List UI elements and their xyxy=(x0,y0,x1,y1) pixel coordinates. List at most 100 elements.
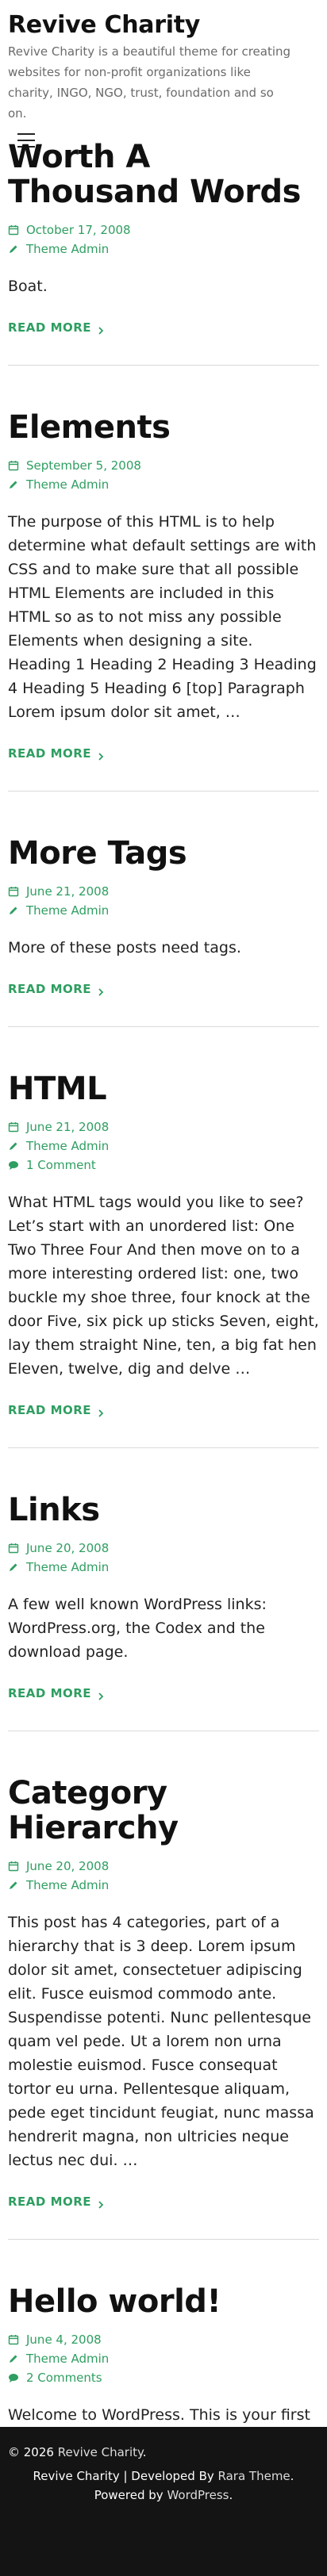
post-title[interactable]: Hello world! xyxy=(8,2284,319,2319)
post-author-text: Theme Admin xyxy=(26,1878,110,1892)
read-more-link[interactable]: READ MORE xyxy=(8,982,104,996)
site-header: Revive Charity Revive Charity is a beaut… xyxy=(0,0,327,148)
chevron-right-icon xyxy=(98,985,104,996)
read-more-link[interactable]: READ MORE xyxy=(8,320,104,335)
post-date[interactable]: October 17, 2008 xyxy=(8,220,319,240)
post-author-text: Theme Admin xyxy=(26,2352,110,2366)
post-title[interactable]: Links xyxy=(8,1493,319,1528)
post-date-text: June 20, 2008 xyxy=(26,1541,110,1555)
chevron-right-icon xyxy=(98,1689,104,1700)
post-date[interactable]: September 5, 2008 xyxy=(8,456,319,475)
post-meta: June 4, 2008 Theme Admin 2 Comments xyxy=(8,2330,319,2387)
read-more-link[interactable]: READ MORE xyxy=(8,1686,104,1700)
post-author[interactable]: Theme Admin xyxy=(8,1558,319,1577)
pencil-icon xyxy=(8,1880,19,1891)
post-excerpt: This post has 4 categories, part of a hi… xyxy=(8,1914,314,2169)
post-date-text: June 4, 2008 xyxy=(26,2333,102,2347)
post-author-text: Theme Admin xyxy=(26,903,110,918)
post-entry: Worth A Thousand Words October 17, 2008 Th… xyxy=(8,140,319,366)
comment-icon xyxy=(8,1160,19,1171)
post-date[interactable]: June 20, 2008 xyxy=(8,1539,319,1558)
post-meta: September 5, 2008 Theme Admin xyxy=(8,456,319,494)
post-author[interactable]: Theme Admin xyxy=(8,901,319,920)
calendar-icon xyxy=(8,2334,19,2345)
post-author[interactable]: Theme Admin xyxy=(8,1137,319,1156)
post-title[interactable]: HTML xyxy=(8,1071,319,1106)
site-description: Revive Charity is a beautiful theme for … xyxy=(8,44,291,121)
read-more-label: READ MORE xyxy=(8,746,92,761)
post-date-text: June 21, 2008 xyxy=(26,1120,110,1134)
post-entry: Category Hierarchy June 20, 2008 Theme Adm… xyxy=(8,1776,319,2240)
credits-text: Revive Charity | Developed By xyxy=(33,2469,218,2483)
read-more-link[interactable]: READ MORE xyxy=(8,1403,104,1417)
post-comments[interactable]: 2 Comments xyxy=(8,2368,319,2387)
copyright-suffix: . xyxy=(142,2445,147,2459)
read-more-label: READ MORE xyxy=(8,2195,92,2209)
calendar-icon xyxy=(8,886,19,897)
post-entry: More Tags June 21, 2008 Theme Admin More of… xyxy=(8,836,319,1027)
chevron-right-icon xyxy=(98,324,104,335)
post-author[interactable]: Theme Admin xyxy=(8,475,319,494)
post-date-text: June 21, 2008 xyxy=(26,884,110,899)
site-footer: © 2026 Revive Charity. Revive Charity | … xyxy=(0,2427,327,2576)
post-title[interactable]: Elements xyxy=(8,410,319,445)
post-entry: HTML June 21, 2008 Theme Admin 1 Comment Wha… xyxy=(8,1071,319,1448)
post-title[interactable]: Category Hierarchy xyxy=(8,1776,319,1846)
calendar-icon xyxy=(8,460,19,471)
chevron-right-icon xyxy=(98,1406,104,1417)
post-title[interactable]: More Tags xyxy=(8,836,319,871)
read-more-label: READ MORE xyxy=(8,982,92,996)
read-more-link[interactable]: READ MORE xyxy=(8,746,104,761)
post-excerpt: Boat. xyxy=(8,278,48,295)
pencil-icon xyxy=(8,1140,19,1152)
post-author-text: Theme Admin xyxy=(26,242,110,256)
calendar-icon xyxy=(8,224,19,236)
pencil-icon xyxy=(8,905,19,916)
read-more-label: READ MORE xyxy=(8,1403,92,1417)
copyright-text: © 2026 xyxy=(8,2445,58,2459)
post-author[interactable]: Theme Admin xyxy=(8,2349,319,2368)
read-more-label: READ MORE xyxy=(8,1686,92,1700)
rara-theme-link[interactable]: Rara Theme xyxy=(218,2469,290,2483)
read-more-label: READ MORE xyxy=(8,320,92,335)
page: Revive Charity Revive Charity is a beaut… xyxy=(0,0,327,2576)
post-author[interactable]: Theme Admin xyxy=(8,1876,319,1895)
calendar-icon xyxy=(8,1543,19,1554)
post-meta: October 17, 2008 Theme Admin xyxy=(8,220,319,259)
chevron-right-icon xyxy=(98,749,104,761)
post-excerpt: More of these posts need tags. xyxy=(8,939,241,956)
credits-suffix: . xyxy=(229,2488,233,2502)
copyright-site-link[interactable]: Revive Charity xyxy=(58,2445,143,2459)
post-excerpt: What HTML tags would you like to see? Le… xyxy=(8,1194,319,1378)
post-comments-text: 2 Comments xyxy=(26,2371,102,2385)
post-date[interactable]: June 4, 2008 xyxy=(8,2330,319,2349)
pencil-icon xyxy=(8,1562,19,1573)
post-author-text: Theme Admin xyxy=(26,1139,110,1153)
post-date[interactable]: June 21, 2008 xyxy=(8,1117,319,1137)
post-meta: June 20, 2008 Theme Admin xyxy=(8,1857,319,1895)
chevron-right-icon xyxy=(98,2198,104,2209)
post-list: Worth A Thousand Words October 17, 2008 Th… xyxy=(0,140,327,2542)
post-meta: June 21, 2008 Theme Admin 1 Comment xyxy=(8,1117,319,1175)
pencil-icon xyxy=(8,243,19,255)
post-date[interactable]: June 20, 2008 xyxy=(8,1857,319,1876)
calendar-icon xyxy=(8,1121,19,1133)
post-title[interactable]: Worth A Thousand Words xyxy=(8,140,319,209)
post-excerpt: The purpose of this HTML is to help dete… xyxy=(8,513,317,721)
post-author[interactable]: Theme Admin xyxy=(8,240,319,259)
post-excerpt: A few well known WordPress links: WordPr… xyxy=(8,1596,267,1661)
wordpress-link[interactable]: WordPress xyxy=(167,2488,229,2502)
read-more-link[interactable]: READ MORE xyxy=(8,2195,104,2209)
site-title[interactable]: Revive Charity xyxy=(8,11,319,40)
post-entry: Links June 20, 2008 Theme Admin A few well … xyxy=(8,1493,319,1731)
copyright: © 2026 Revive Charity. xyxy=(8,2443,319,2462)
post-author-text: Theme Admin xyxy=(26,1560,110,1574)
post-date[interactable]: June 21, 2008 xyxy=(8,882,319,901)
post-meta: June 20, 2008 Theme Admin xyxy=(8,1539,319,1577)
post-meta: June 21, 2008 Theme Admin xyxy=(8,882,319,920)
comment-icon xyxy=(8,2372,19,2383)
post-comments[interactable]: 1 Comment xyxy=(8,1156,319,1175)
post-date-text: September 5, 2008 xyxy=(26,458,141,473)
post-date-text: June 20, 2008 xyxy=(26,1859,110,1873)
post-author-text: Theme Admin xyxy=(26,477,110,492)
